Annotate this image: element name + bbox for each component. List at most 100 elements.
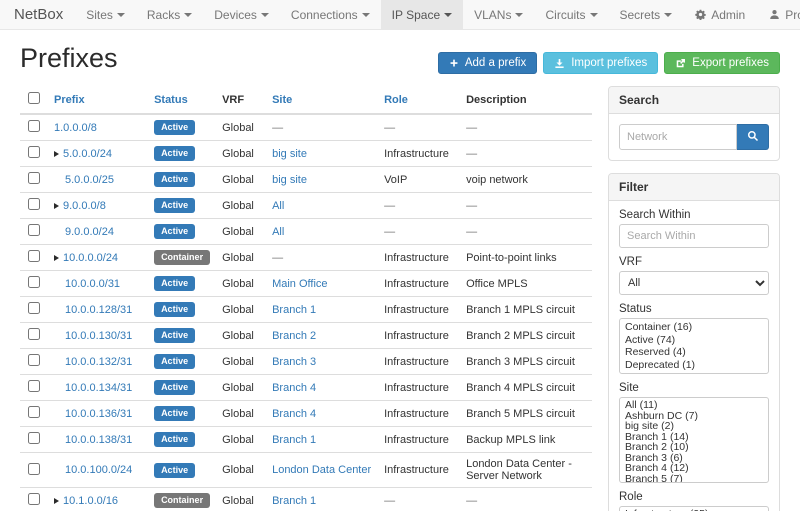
status-option[interactable]: Reserved (4) [620,346,768,359]
prefix-link[interactable]: 1.0.0.0/8 [54,122,97,134]
prefix-link[interactable]: 10.0.0.132/31 [65,356,132,368]
status-option[interactable]: Deprecated (1) [620,359,768,372]
row-checkbox[interactable] [28,276,40,288]
prefix-link[interactable]: 10.0.0.134/31 [65,382,132,394]
export-prefixes-button[interactable]: Export prefixes [664,52,780,74]
row-checkbox[interactable] [28,224,40,236]
site-link[interactable]: Branch 1 [272,434,316,446]
row-checkbox[interactable] [28,354,40,366]
nav-item-connections[interactable]: Connections [280,0,381,29]
vrf-cell: Global [216,167,266,193]
row-checkbox[interactable] [28,406,40,418]
brand-logo[interactable]: NetBox [0,0,75,29]
site-filter-list[interactable]: All (11)Ashburn DC (7)big site (2)Branch… [619,397,769,483]
role-cell: Infrastructure [378,401,460,427]
prefix-link[interactable]: 9.0.0.0/8 [63,200,106,212]
role-cell: Infrastructure [378,271,460,297]
prefix-link[interactable]: 10.0.0.0/31 [65,278,120,290]
row-checkbox[interactable] [28,432,40,444]
prefix-link[interactable]: 10.0.0.130/31 [65,330,132,342]
add-a-prefix-button[interactable]: Add a prefix [438,52,537,74]
site-option[interactable]: Branch 5 (7) [620,474,768,484]
role-cell: Infrastructure [378,453,460,488]
row-checkbox[interactable] [28,328,40,340]
search-within-input[interactable] [619,224,769,248]
status-badge: Active [154,146,195,161]
site-link[interactable]: Branch 1 [272,304,316,316]
prefix-cell: 10.0.0.0/31 [48,271,148,297]
site-link[interactable]: Branch 4 [272,382,316,394]
row-checkbox[interactable] [28,463,40,475]
status-filter-list[interactable]: Container (16)Active (74)Reserved (4)Dep… [619,318,769,374]
row-checkbox[interactable] [28,198,40,210]
nav-item-sites[interactable]: Sites [75,0,136,29]
prefix-link[interactable]: 10.0.0.128/31 [65,304,132,316]
site-link[interactable]: Main Office [272,278,327,290]
nav-item-racks[interactable]: Racks [136,0,203,29]
status-option[interactable]: Container (16) [620,321,768,334]
site-cell: Branch 1 [266,297,378,323]
site-link[interactable]: London Data Center [272,464,371,476]
nav-item-ip-space[interactable]: IP Space [381,0,463,29]
prefix-link[interactable]: 10.1.0.0/16 [63,495,118,507]
nav-item-devices[interactable]: Devices [203,0,280,29]
site-link[interactable]: All [272,226,284,238]
site-option[interactable]: big site (2) [620,421,768,432]
description-cell: Branch 4 MPLS circuit [460,375,592,401]
site-link[interactable]: big site [272,148,307,160]
nav-item-vlans[interactable]: VLANs [463,0,534,29]
row-checkbox[interactable] [28,302,40,314]
role-filter-list[interactable]: Infrastructure (25)Management (8)Private… [619,506,769,511]
nav-link-profile[interactable]: Profile [757,0,800,29]
prefix-cell: 10.0.0.0/24 [48,245,148,271]
site-link[interactable]: Branch 3 [272,356,316,368]
row-checkbox[interactable] [28,120,40,132]
row-checkbox[interactable] [28,172,40,184]
status-badge: Active [154,198,195,213]
prefix-link[interactable]: 5.0.0.0/25 [65,174,114,186]
row-checkbox[interactable] [28,493,40,505]
description-cell: Branch 5 MPLS circuit [460,401,592,427]
prefix-link[interactable]: 10.0.0.136/31 [65,408,132,420]
sort-link[interactable]: Prefix [54,94,85,106]
nav-item-secrets[interactable]: Secrets [609,0,684,29]
site-option[interactable]: Branch 2 (10) [620,442,768,453]
prefix-cell: 10.0.100.0/24 [48,453,148,488]
status-option[interactable]: Active (74) [620,334,768,347]
site-link[interactable]: Branch 2 [272,330,316,342]
select-all-checkbox[interactable] [28,92,40,104]
site-link[interactable]: Branch 1 [272,495,316,507]
site-link[interactable]: big site [272,174,307,186]
site-option[interactable]: Branch 4 (12) [620,463,768,474]
vrf-select[interactable]: All [619,271,769,295]
row-checkbox[interactable] [28,146,40,158]
description-empty: — [460,219,592,245]
nav-item-label: Secrets [620,8,661,22]
prefix-link[interactable]: 9.0.0.0/24 [65,226,114,238]
prefix-table-container: PrefixStatusVRFSiteRoleDescription 1.0.0… [20,86,592,511]
nav-item-circuits[interactable]: Circuits [534,0,608,29]
nav-link-admin[interactable]: Admin [683,0,757,29]
column-header-description: Description [460,86,592,114]
row-checkbox[interactable] [28,250,40,262]
prefix-link[interactable]: 5.0.0.0/24 [63,148,112,160]
vrf-label: VRF [619,256,769,268]
row-checkbox[interactable] [28,380,40,392]
prefix-link[interactable]: 10.0.100.0/24 [65,464,132,476]
column-header-site: Site [266,86,378,114]
status-badge: Active [154,172,195,187]
description-empty: — [460,141,592,167]
site-link[interactable]: All [272,200,284,212]
import-prefixes-button[interactable]: Import prefixes [543,52,658,74]
table-row: 1.0.0.0/8ActiveGlobal——— [20,114,592,141]
site-link[interactable]: Branch 4 [272,408,316,420]
sort-link[interactable]: Site [272,94,292,106]
sort-link[interactable]: Role [384,94,408,106]
vrf-cell: Global [216,323,266,349]
site-option[interactable]: All (11) [620,400,768,411]
sort-link[interactable]: Status [154,94,188,106]
search-input[interactable] [619,124,737,150]
prefix-link[interactable]: 10.0.0.0/24 [63,252,118,264]
search-button[interactable] [737,124,769,150]
prefix-link[interactable]: 10.0.0.138/31 [65,434,132,446]
